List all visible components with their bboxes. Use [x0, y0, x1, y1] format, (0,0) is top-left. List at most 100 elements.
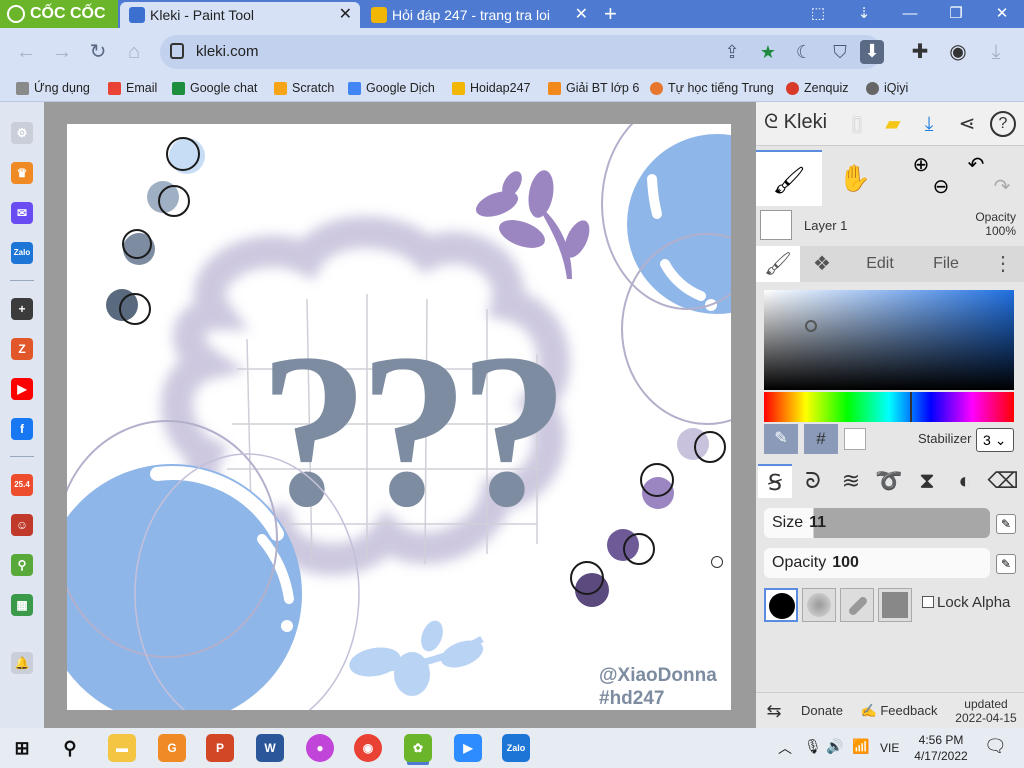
app-orange-icon[interactable]: G: [158, 734, 186, 762]
tab-brush-icon[interactable]: 🖌: [756, 246, 800, 282]
extensions-icon[interactable]: ✚: [906, 38, 934, 66]
save-download-icon[interactable]: ⤓: [916, 111, 942, 137]
hue-slider-marker[interactable]: [910, 392, 912, 422]
dark-mode-icon[interactable]: ☾: [792, 41, 816, 63]
lock-alpha-checkbox[interactable]: Lock Alpha: [922, 594, 1010, 611]
zalo-icon[interactable]: Zalo: [502, 734, 530, 762]
sidebar-map-icon[interactable]: ⚲: [11, 554, 33, 576]
feedback-button[interactable]: ✍ Feedback: [852, 693, 946, 729]
more-menu-icon[interactable]: ⋮: [986, 246, 1020, 282]
share-icon[interactable]: ⇪: [720, 41, 744, 63]
help-icon[interactable]: ?: [990, 111, 1016, 137]
app-drop-icon[interactable]: ●: [306, 734, 334, 762]
profile-icon[interactable]: ◉: [944, 38, 972, 66]
color-picker-handle[interactable]: [805, 320, 817, 332]
hue-slider[interactable]: [764, 392, 1014, 422]
updated-info[interactable]: updated 2022-04-15: [950, 693, 1022, 729]
sidebar-add-icon[interactable]: +: [11, 298, 33, 320]
sidebar-sheet-icon[interactable]: ▦: [11, 594, 33, 616]
bookmark-email[interactable]: Email: [106, 76, 157, 102]
stabilizer-select[interactable]: 3 ⌄: [976, 428, 1014, 452]
microphone-icon[interactable]: 🎙: [804, 738, 822, 755]
bookmark-zenquiz[interactable]: Zenquiz: [784, 76, 848, 102]
bookmark-giai-bt[interactable]: Giải BT lớp 6: [546, 76, 639, 102]
eraser-icon[interactable]: ⌫: [986, 464, 1020, 498]
color-picker-field[interactable]: [764, 290, 1014, 390]
sidebar-zalo-icon[interactable]: Zalo: [11, 242, 33, 264]
bookmark-apps[interactable]: Ứng dụng: [14, 76, 90, 102]
close-tab-icon[interactable]: ✕: [339, 2, 352, 28]
sidebar-zenquiz-icon[interactable]: Z: [11, 338, 33, 360]
pixel-brush-icon[interactable]: ⧗: [910, 464, 944, 498]
bookmark-star-icon[interactable]: ★: [756, 41, 780, 63]
tip-square[interactable]: [878, 588, 912, 622]
powerpoint-icon[interactable]: P: [206, 734, 234, 762]
blend-brush-icon[interactable]: ᘐ: [796, 464, 830, 498]
downloads-icon[interactable]: ⤓: [982, 38, 1010, 66]
swap-side-icon[interactable]: ⇆: [756, 693, 792, 729]
minimize-icon[interactable]: —: [890, 0, 930, 28]
tab-edit[interactable]: Edit: [852, 246, 908, 282]
pen-brush-icon[interactable]: Ꞩ: [758, 464, 792, 498]
chrome-icon[interactable]: ◉: [354, 734, 382, 762]
tray-chevron-up-icon[interactable]: ︿: [778, 738, 792, 758]
sidebar-facebook-icon[interactable]: f: [11, 418, 33, 440]
taskbar-clock[interactable]: 4:56 PM 4/17/2022: [908, 732, 974, 764]
chemy-brush-icon[interactable]: ◐: [948, 464, 982, 498]
restore-icon[interactable]: ❐: [936, 0, 976, 28]
sidebar-crown-icon[interactable]: ♛: [11, 162, 33, 184]
sidebar-bell-icon[interactable]: 🔔: [11, 652, 33, 674]
url-text[interactable]: kleki.com: [196, 35, 259, 69]
opacity-slider[interactable]: Opacity 100: [764, 548, 990, 578]
volume-icon[interactable]: 🔊: [826, 738, 843, 755]
shield-icon[interactable]: ⛉: [828, 41, 852, 63]
opacity-pressure-toggle-icon[interactable]: ✎: [996, 554, 1016, 574]
download-page-icon[interactable]: ⬇: [860, 40, 884, 64]
coccoc-menu-button[interactable]: CỐC CỐC: [0, 0, 118, 28]
bookmark-google-chat[interactable]: Google chat: [170, 76, 257, 102]
donate-button[interactable]: Donate: [794, 693, 850, 729]
current-color-swatch[interactable]: [844, 428, 866, 450]
screenshot-icon[interactable]: ⬚: [798, 0, 838, 28]
windows-start-icon[interactable]: ⊞: [8, 734, 36, 762]
back-icon[interactable]: ←: [12, 38, 40, 66]
layer-row[interactable]: Layer 1 Opacity 100%: [756, 208, 1024, 244]
bookmark-hoidap247[interactable]: Hoidap247: [450, 76, 530, 102]
tab-hoidap247[interactable]: Hỏi đáp 247 - trang tra loi ✕: [362, 2, 596, 28]
sidebar-youtube-icon[interactable]: ▶: [11, 378, 33, 400]
sidebar-shopee-icon[interactable]: 25.4: [11, 474, 33, 496]
sketchy-brush-icon[interactable]: ≋: [834, 464, 868, 498]
tip-round-hard[interactable]: [764, 588, 798, 622]
open-folder-icon[interactable]: ▰: [880, 111, 906, 137]
word-icon[interactable]: W: [256, 734, 284, 762]
sidebar-messenger-icon[interactable]: ✉: [11, 202, 33, 224]
brush-tool-icon[interactable]: 🖌: [756, 150, 822, 206]
pin-icon[interactable]: ⇣: [844, 0, 884, 28]
new-tab-button[interactable]: +: [604, 0, 617, 28]
size-slider[interactable]: Size 11: [764, 508, 990, 538]
eyedropper-icon[interactable]: ✎: [764, 424, 798, 454]
reload-icon[interactable]: ↻: [84, 38, 112, 66]
zoom-icon[interactable]: ▶: [454, 734, 482, 762]
size-pressure-toggle-icon[interactable]: ✎: [996, 514, 1016, 534]
hand-tool-icon[interactable]: ✋: [822, 150, 888, 206]
address-bar[interactable]: kleki.com ⇪ ★ ☾ ⛉ ⬇: [160, 35, 884, 69]
tip-chisel[interactable]: [840, 588, 874, 622]
bookmark-tu-hoc[interactable]: Tự học tiếng Trung: [648, 76, 774, 102]
share-icon[interactable]: ⋖: [954, 111, 980, 137]
checkbox-box[interactable]: [922, 596, 934, 608]
tip-round-soft[interactable]: [802, 588, 836, 622]
tab-file[interactable]: File: [918, 246, 974, 282]
close-window-icon[interactable]: ✕: [982, 0, 1022, 28]
tab-kleki[interactable]: Kleki - Paint Tool ✕: [120, 2, 360, 28]
bookmark-google-dich[interactable]: Google Dịch: [346, 76, 435, 102]
wifi-icon[interactable]: 📶: [852, 738, 869, 755]
new-image-icon[interactable]: ▯: [844, 111, 870, 137]
notifications-icon[interactable]: 🗨: [984, 736, 1007, 757]
hex-input-button[interactable]: #: [804, 424, 838, 454]
file-explorer-icon[interactable]: ▬: [108, 734, 136, 762]
sidebar-game-icon[interactable]: ☺: [11, 514, 33, 536]
forward-icon[interactable]: →: [48, 38, 76, 66]
coccoc-taskbar-icon[interactable]: ✿: [404, 734, 432, 762]
drawing-canvas[interactable]: ??? @XiaoDonna #hd247: [67, 124, 731, 710]
